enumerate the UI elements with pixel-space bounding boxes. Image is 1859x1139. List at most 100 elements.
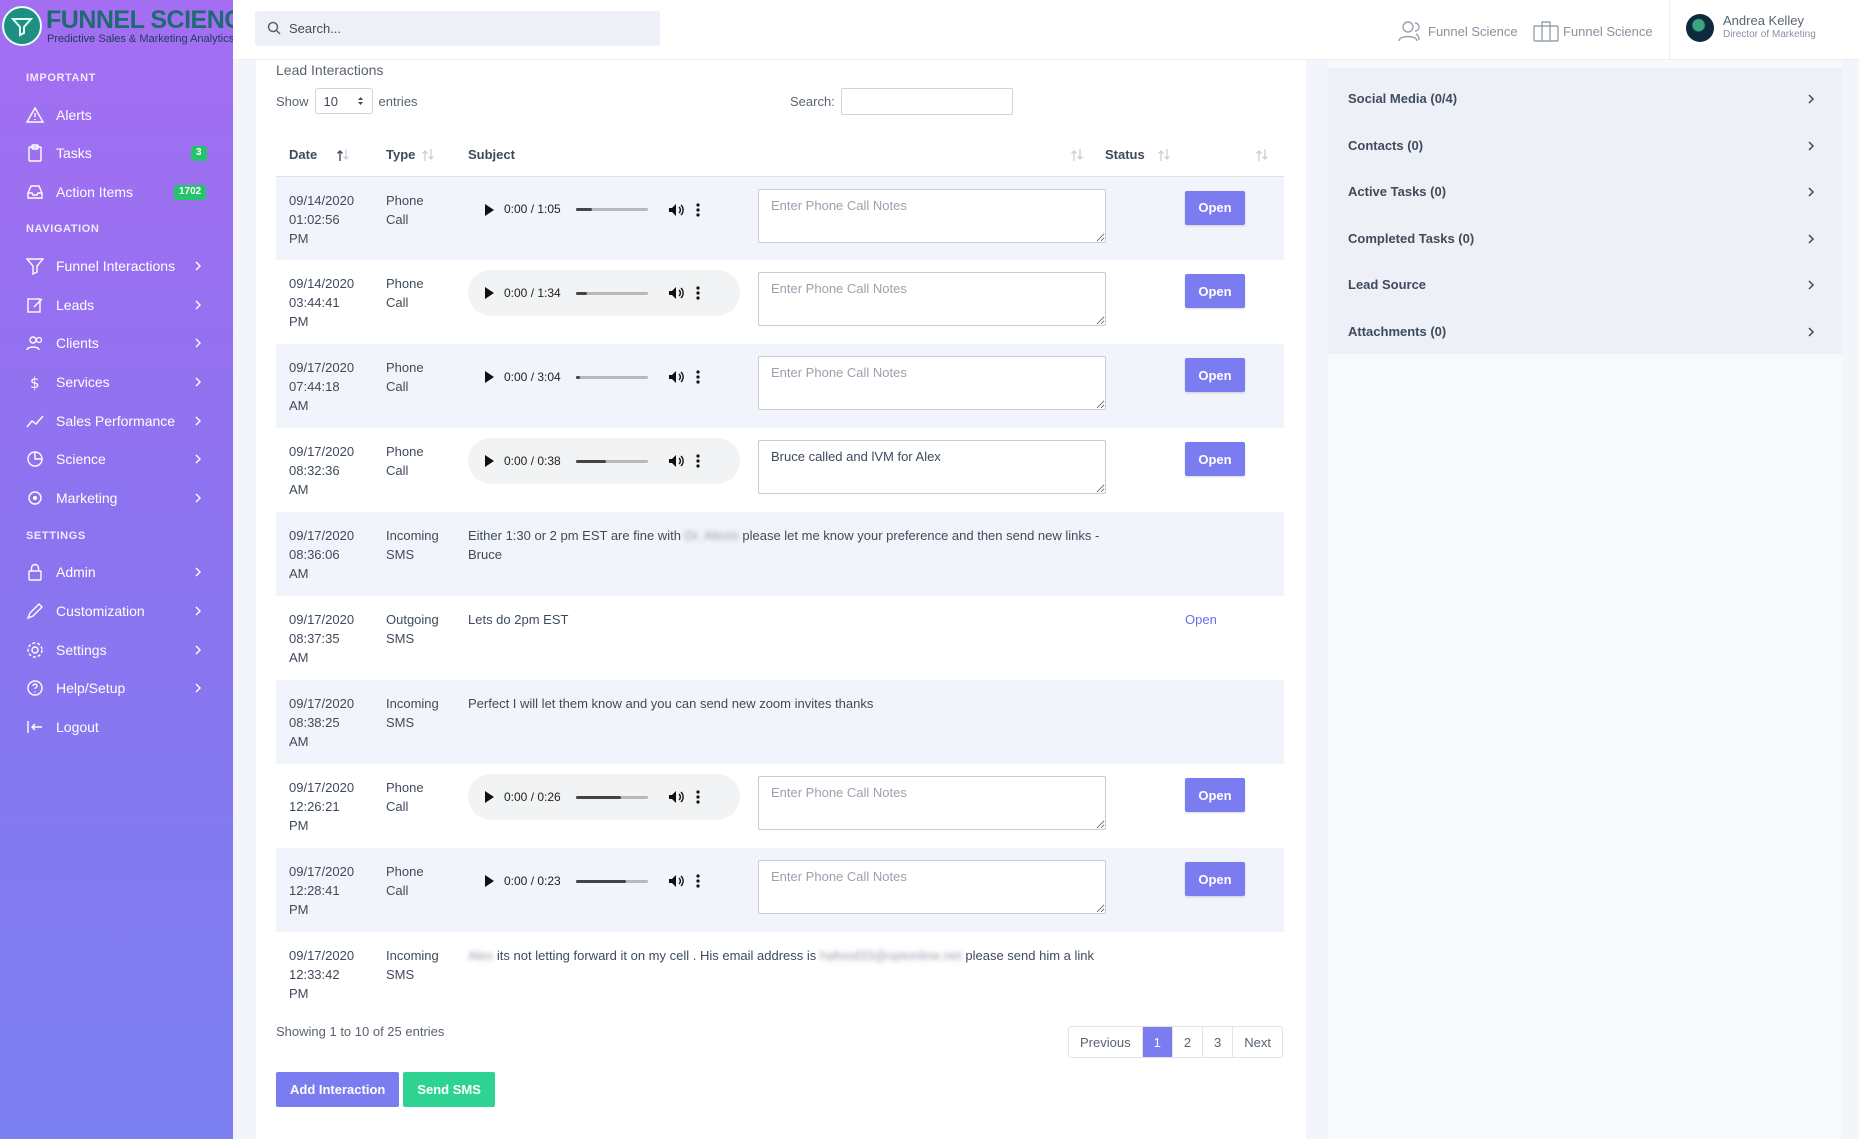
header-link-account[interactable]: Funnel Science bbox=[1398, 20, 1518, 42]
accordion-completed-tasks[interactable]: Completed Tasks (0) bbox=[1328, 219, 1842, 259]
audio-progress-slider[interactable] bbox=[576, 375, 648, 379]
more-options-icon[interactable] bbox=[696, 370, 700, 384]
open-button[interactable]: Open bbox=[1185, 778, 1245, 812]
pagination-page-3[interactable]: 3 bbox=[1203, 1027, 1234, 1057]
more-options-icon[interactable] bbox=[696, 454, 700, 468]
sidebar-item-leads[interactable]: Leads bbox=[0, 288, 233, 322]
column-header-type[interactable]: Type bbox=[373, 134, 455, 177]
audio-progress-slider[interactable] bbox=[576, 879, 648, 883]
open-button[interactable]: Open bbox=[1185, 442, 1245, 476]
status-cell bbox=[1145, 932, 1284, 1016]
volume-icon[interactable] bbox=[668, 286, 684, 300]
open-button[interactable]: Open bbox=[1185, 862, 1245, 896]
sidebar-item-science[interactable]: Science bbox=[0, 442, 233, 476]
audio-player[interactable]: 0:00 / 1:05 bbox=[468, 187, 740, 233]
pagination-next[interactable]: Next bbox=[1233, 1027, 1283, 1057]
chevron-right-icon bbox=[1808, 234, 1815, 244]
play-icon[interactable] bbox=[484, 455, 494, 467]
audio-progress-slider[interactable] bbox=[576, 795, 648, 799]
global-search[interactable] bbox=[255, 11, 660, 46]
sidebar-item-help-setup[interactable]: Help/Setup bbox=[0, 671, 233, 705]
type-line: SMS bbox=[386, 631, 415, 646]
volume-icon[interactable] bbox=[668, 874, 684, 888]
more-options-icon[interactable] bbox=[696, 790, 700, 804]
play-icon[interactable] bbox=[484, 203, 494, 216]
sidebar-item-funnel-interactions[interactable]: Funnel Interactions bbox=[0, 249, 233, 283]
pagination-page-2[interactable]: 2 bbox=[1172, 1027, 1204, 1057]
open-link[interactable]: Open bbox=[1185, 612, 1217, 627]
page-size-control: Show 10 entries bbox=[276, 88, 418, 114]
audio-progress-fill bbox=[576, 459, 607, 463]
add-interaction-button[interactable]: Add Interaction bbox=[276, 1072, 400, 1107]
phone-call-notes-field[interactable] bbox=[758, 440, 1106, 494]
more-options-icon[interactable] bbox=[696, 286, 700, 300]
more-options-icon[interactable] bbox=[696, 874, 700, 888]
more-options-icon[interactable] bbox=[696, 202, 700, 217]
open-button[interactable]: Open bbox=[1185, 190, 1245, 225]
audio-player[interactable]: 0:00 / 3:04 bbox=[468, 354, 740, 400]
sidebar-item-logout[interactable]: Logout bbox=[0, 710, 233, 744]
column-header-date[interactable]: Date bbox=[276, 134, 373, 177]
audio-progress-slider[interactable] bbox=[576, 459, 648, 463]
notes-cell bbox=[745, 428, 1145, 512]
column-header-subject[interactable]: Subject bbox=[455, 134, 745, 177]
table-search-input[interactable] bbox=[840, 88, 1013, 115]
pagination-page-1[interactable]: 1 bbox=[1142, 1027, 1173, 1057]
audio-player[interactable]: 0:00 / 1:34 bbox=[468, 270, 740, 316]
open-button[interactable]: Open bbox=[1185, 358, 1245, 392]
page-size-select[interactable]: 10 bbox=[314, 88, 373, 114]
column-header-label: Type bbox=[386, 147, 416, 163]
audio-player[interactable]: 0:00 / 0:38 bbox=[468, 438, 740, 484]
sidebar-item-action-items[interactable]: Action Items 1702 bbox=[0, 175, 233, 209]
column-header-actions[interactable] bbox=[1145, 134, 1284, 177]
phone-call-notes-field[interactable] bbox=[758, 776, 1106, 830]
play-icon[interactable] bbox=[484, 791, 494, 803]
sidebar-item-admin[interactable]: Admin bbox=[0, 555, 233, 589]
user-menu[interactable]: Andrea Kelley Director of Marketing bbox=[1669, 0, 1859, 60]
audio-progress-slider[interactable] bbox=[576, 291, 648, 295]
accordion-label: Completed Tasks (0) bbox=[1348, 231, 1475, 246]
pagination-previous[interactable]: Previous bbox=[1069, 1027, 1143, 1057]
sidebar-item-sales-performance[interactable]: Sales Performance bbox=[0, 404, 233, 438]
sidebar-item-marketing[interactable]: Marketing bbox=[0, 481, 233, 515]
sidebar-item-customization[interactable]: Customization bbox=[0, 594, 233, 628]
sidebar-item-tasks[interactable]: Tasks 3 bbox=[0, 136, 233, 170]
accordion-social-media[interactable]: Social Media (0/4) bbox=[1328, 79, 1842, 119]
volume-icon[interactable] bbox=[668, 203, 684, 217]
audio-progress-fill bbox=[576, 375, 581, 379]
volume-icon[interactable] bbox=[668, 370, 684, 384]
accordion-contacts[interactable]: Contacts (0) bbox=[1328, 126, 1842, 166]
time-line: 12:26:21 bbox=[289, 799, 340, 814]
sidebar-item-clients[interactable]: Clients bbox=[0, 326, 233, 360]
date-line: 09/17/2020 bbox=[289, 528, 355, 543]
global-search-input[interactable] bbox=[289, 11, 649, 46]
open-button[interactable]: Open bbox=[1185, 274, 1245, 308]
accordion-lead-source[interactable]: Lead Source bbox=[1328, 265, 1842, 305]
column-header-subject-extra[interactable]: Status bbox=[745, 134, 1170, 177]
target-icon bbox=[28, 491, 42, 505]
phone-call-notes-field[interactable] bbox=[758, 188, 1106, 243]
play-icon[interactable] bbox=[484, 875, 494, 887]
phone-call-notes-field[interactable] bbox=[758, 356, 1106, 410]
ampm-line: AM bbox=[289, 650, 309, 665]
audio-player[interactable]: 0:00 / 0:26 bbox=[468, 774, 740, 820]
sidebar-item-services[interactable]: $ Services bbox=[0, 365, 233, 399]
type-cell: Incoming SMS bbox=[373, 932, 455, 1016]
sidebar-item-settings[interactable]: Settings bbox=[0, 633, 233, 667]
interactions-table: Date Type Subject Status 09/14/2020 01:02… bbox=[276, 134, 1284, 1016]
play-icon[interactable] bbox=[484, 287, 494, 299]
volume-icon[interactable] bbox=[668, 454, 684, 468]
pagination: Previous 1 2 3 Next bbox=[1068, 1026, 1284, 1058]
phone-call-notes-field[interactable] bbox=[758, 272, 1106, 326]
play-icon[interactable] bbox=[484, 371, 494, 383]
accordion-active-tasks[interactable]: Active Tasks (0) bbox=[1328, 172, 1842, 212]
audio-player[interactable]: 0:00 / 0:23 bbox=[468, 858, 740, 904]
send-sms-button[interactable]: Send SMS bbox=[403, 1072, 495, 1107]
phone-call-notes-field[interactable] bbox=[758, 860, 1106, 914]
audio-progress-slider[interactable] bbox=[576, 208, 648, 211]
brand[interactable]: FUNNEL SCIENCE Predictive Sales & Market… bbox=[0, 0, 259, 50]
volume-icon[interactable] bbox=[668, 790, 684, 804]
sidebar-item-alerts[interactable]: Alerts bbox=[0, 98, 233, 132]
accordion-attachments[interactable]: Attachments (0) bbox=[1328, 312, 1842, 352]
header-link-company[interactable]: Funnel Science bbox=[1533, 20, 1653, 42]
